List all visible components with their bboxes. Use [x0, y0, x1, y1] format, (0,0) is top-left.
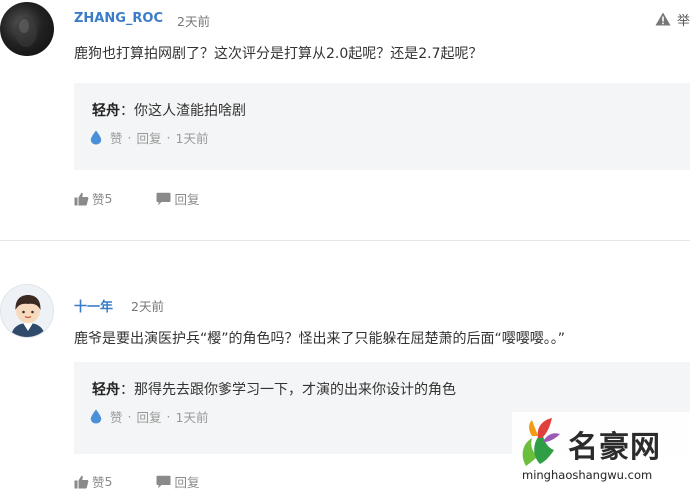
reply-author[interactable]: 轻舟 [92, 382, 120, 398]
reply-reply-button[interactable]: 回复 [137, 128, 162, 147]
reply-time: 1天前 [175, 410, 209, 425]
reply-button[interactable]: 回复 [156, 472, 199, 491]
speech-bubble-icon [156, 475, 171, 488]
watermark: 名豪网 minghaoshangwu.com [512, 412, 690, 487]
comment-actions: 赞5 回复 [74, 472, 199, 491]
reply-button[interactable]: 回复 [156, 189, 199, 208]
comment-time: 2天前 [177, 14, 210, 29]
comment-time: 2天前 [131, 299, 164, 314]
username[interactable]: 十一年 [74, 296, 113, 315]
like-label: 赞 [92, 475, 105, 490]
reply-like-button[interactable]: 赞 [110, 128, 123, 147]
reply-text: 你这人渣能拍啥剧 [134, 103, 246, 119]
reply-box: 轻舟：你这人渣能拍啥剧 赞 · 回复 · 1天前 [74, 83, 690, 170]
separator-dot: · [166, 409, 171, 424]
reply-label: 回复 [174, 192, 200, 207]
reply-colon: ： [120, 103, 134, 119]
separator-dot: · [166, 130, 171, 145]
reply-colon: ： [120, 382, 134, 398]
thumbs-up-icon [74, 192, 89, 205]
reply-time: 1天前 [175, 131, 209, 146]
separator-dot: · [127, 130, 132, 145]
like-label: 赞 [92, 192, 105, 207]
like-button[interactable]: 赞5 [74, 472, 112, 491]
watermark-title: 名豪网 [568, 430, 661, 465]
reply-line: 轻舟：你这人渣能拍啥剧 [92, 100, 246, 120]
report-button[interactable]: 举 [655, 10, 690, 29]
comment-text: 鹿狗也打算拍网剧了？这次评分是打算从2.0起呢？还是2.7起呢？ [74, 46, 483, 62]
reply-meta: 赞 · 回复 · 1天前 [90, 407, 208, 426]
watermark-url: minghaoshangwu.com [522, 468, 653, 482]
reply-text: 那得先去跟你爹学习一下，才演的出来你设计的角色 [134, 382, 456, 398]
watermark-logo-icon [522, 418, 560, 466]
reply-author[interactable]: 轻舟 [92, 103, 120, 119]
water-drop-icon[interactable] [90, 130, 102, 145]
thumbs-up-icon [74, 475, 89, 488]
water-drop-icon[interactable] [90, 409, 102, 424]
reply-line: 轻舟：那得先去跟你爹学习一下，才演的出来你设计的角色 [92, 379, 456, 399]
warning-icon [655, 12, 671, 26]
like-button[interactable]: 赞5 [74, 189, 112, 208]
like-count: 5 [104, 191, 113, 206]
reply-reply-button[interactable]: 回复 [137, 407, 162, 426]
comment-item: ZHANG_ROC 2天前 举 鹿狗也打算拍网剧了？这次评分是打算从2.0起呢？… [0, 0, 690, 240]
username[interactable]: ZHANG_ROC [74, 11, 163, 26]
report-label: 举 [676, 13, 690, 29]
reply-meta: 赞 · 回复 · 1天前 [90, 128, 208, 147]
avatar[interactable] [0, 2, 54, 56]
avatar[interactable] [0, 284, 54, 338]
reply-like-button[interactable]: 赞 [110, 407, 123, 426]
reply-label: 回复 [174, 475, 200, 490]
comment-actions: 赞5 回复 [74, 189, 199, 208]
comment-text: 鹿爷是要出演医护兵“樱”的角色吗？怪出来了只能躲在屈楚萧的后面“嘤嘤嘤。。” [74, 331, 566, 347]
separator-dot: · [127, 409, 132, 424]
speech-bubble-icon [156, 192, 171, 205]
